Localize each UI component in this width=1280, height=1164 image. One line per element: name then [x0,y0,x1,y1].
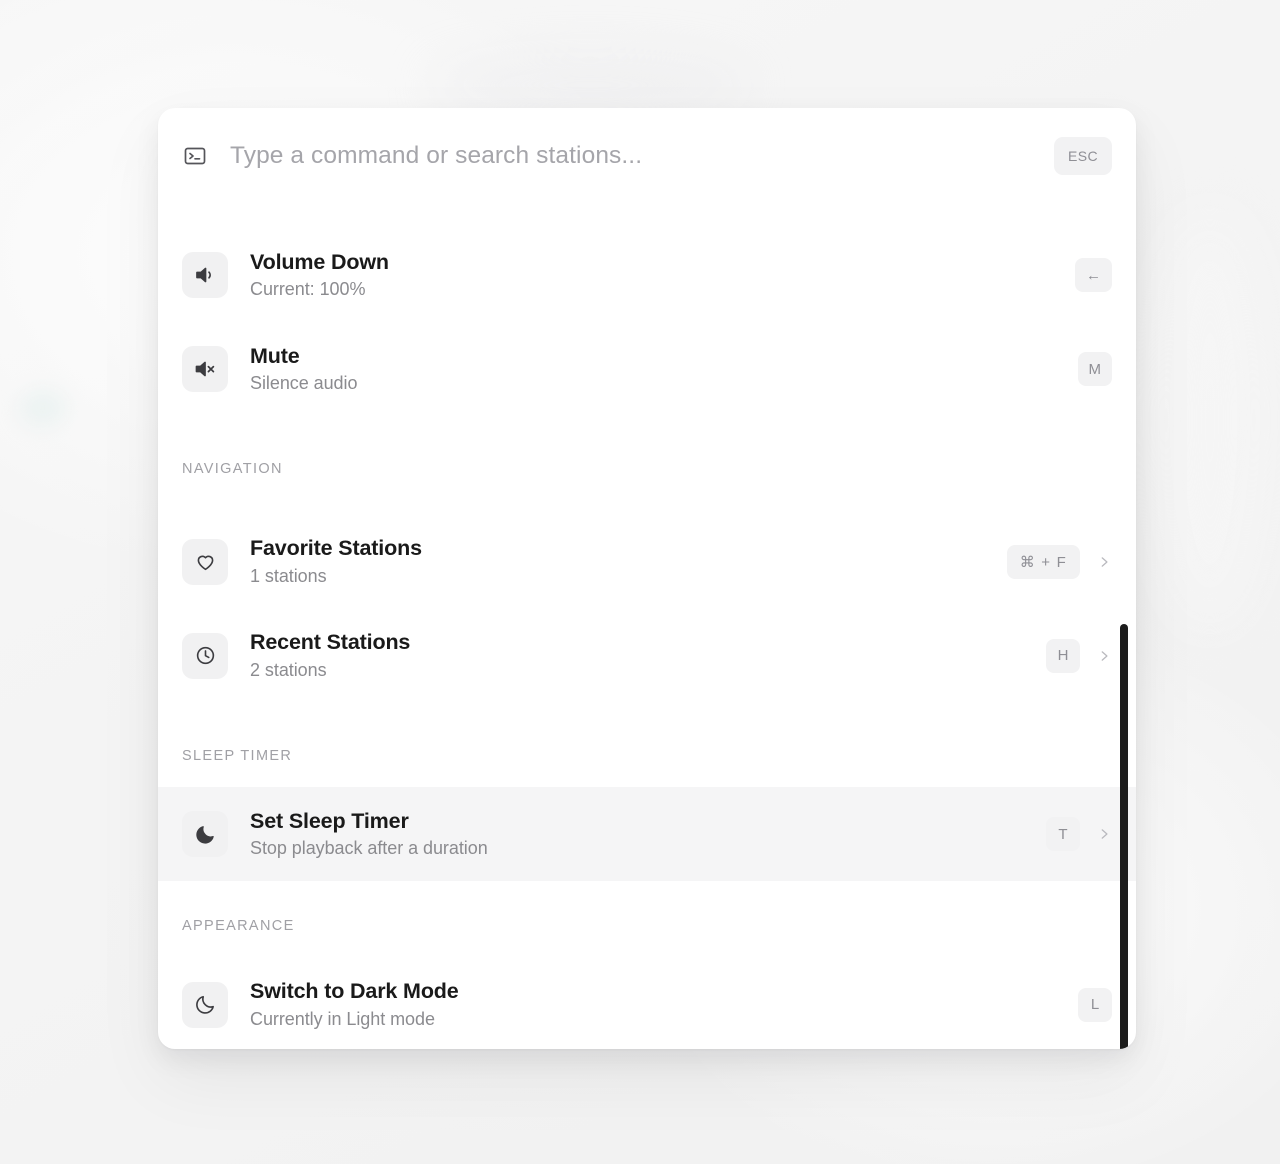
search-row: ESC [158,108,1136,204]
row-text: Volume Down Current: 100% [250,249,1075,302]
row-right: ← [1075,258,1112,292]
scrollbar-thumb[interactable] [1120,624,1128,1049]
shortcut-badge[interactable]: L [1078,987,1112,1022]
heart-icon [182,538,228,585]
row-text: Set Sleep Timer Stop playback after a du… [250,808,1046,861]
row-subtitle: 1 stations [250,565,327,586]
row-text: Recent Stations 2 stations [250,629,1046,682]
row-title: Favorite Stations [250,536,422,561]
row-title: Mute [250,343,300,368]
volume-down-icon [182,252,228,298]
row-subtitle: Currently in Light mode [250,1008,435,1029]
row-title: Set Sleep Timer [250,808,409,833]
volume-mute-icon [182,346,228,392]
row-title: Switch to Dark Mode [250,979,459,1004]
backdrop-blob [1150,210,1270,630]
command-row-recent-stations[interactable]: Recent Stations 2 stations H [158,609,1136,703]
terminal-prompt-icon [182,143,208,169]
row-text: Mute Silence audio [250,343,1078,396]
row-subtitle: Stop playback after a duration [250,838,488,859]
backdrop-blob [430,55,750,115]
row-subtitle: Current: 100% [250,279,366,300]
shortcut-badge[interactable]: M [1077,352,1112,386]
command-list: Volume Down Current: 100% ← Mute Silence… [158,204,1136,1049]
row-right: L [1078,987,1112,1022]
shortcut-badge[interactable]: ⌘ + F [1006,544,1080,579]
section-label-sleep-timer: SLEEP TIMER [182,747,293,764]
command-row-volume-down[interactable]: Volume Down Current: 100% ← [158,228,1136,322]
chevron-right-icon [1096,554,1112,570]
row-title: Volume Down [250,249,389,274]
row-title: Recent Stations [250,630,411,655]
command-palette: ESC Volume Down Current: 100% ← [158,108,1136,1049]
row-text: Favorite Stations 1 stations [250,535,1007,588]
row-right: ⌘ + F [1006,544,1112,579]
row-subtitle: Silence audio [250,373,358,394]
command-row-mute[interactable]: Mute Silence audio M [158,322,1136,416]
row-text: Switch to Dark Mode Currently in Light m… [250,978,1078,1031]
chevron-right-icon [1096,648,1112,664]
section-label-appearance: APPEARANCE [182,918,295,934]
shortcut-badge[interactable]: ← [1075,258,1112,292]
shortcut-badge[interactable]: T [1046,817,1080,851]
row-subtitle: 2 stations [250,659,327,680]
search-input[interactable] [230,142,1054,170]
vertical-scrollbar[interactable] [1119,204,1129,1049]
command-row-set-sleep-timer[interactable]: Set Sleep Timer Stop playback after a du… [158,787,1136,881]
row-right: H [1046,638,1112,673]
clock-icon [182,632,228,679]
row-right: T [1046,817,1112,851]
chevron-right-icon [1096,826,1112,842]
command-row-favorite-stations[interactable]: Favorite Stations 1 stations ⌘ + F [158,515,1136,609]
command-row-switch-to-dark-mode[interactable]: Switch to Dark Mode Currently in Light m… [158,958,1136,1050]
moon-outline-icon [182,981,228,1028]
section-label-navigation: NAVIGATION [182,461,283,477]
row-right: M [1077,352,1112,386]
backdrop-blob [20,390,66,426]
moon-filled-icon [182,811,228,857]
shortcut-badge[interactable]: H [1046,638,1080,673]
escape-key-badge[interactable]: ESC [1054,137,1112,175]
